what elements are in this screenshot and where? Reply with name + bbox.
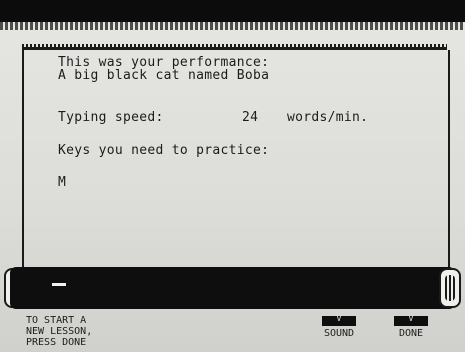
sound-button[interactable]: V SOUND	[322, 314, 356, 340]
typing-speed-value: 24	[242, 110, 259, 125]
top-bar-pattern	[0, 22, 465, 30]
practice-keys-label: Keys you need to practice:	[58, 143, 270, 158]
typing-input-strip[interactable]	[10, 267, 455, 309]
scroll-cap-right-icon	[439, 268, 461, 308]
practice-keys-value: M	[58, 175, 67, 190]
done-key-icon: V	[394, 314, 428, 326]
results-panel: This was your performance: A big black c…	[22, 50, 450, 268]
text-cursor	[52, 283, 66, 286]
top-bar	[0, 0, 465, 22]
sound-label: SOUND	[323, 328, 355, 339]
typing-speed-unit: words/min.	[287, 110, 369, 125]
device-screen: This was your performance: A big black c…	[0, 0, 465, 352]
new-lesson-hint: TO START A NEW LESSON, PRESS DONE	[26, 315, 93, 348]
done-label: DONE	[398, 328, 424, 339]
done-button[interactable]: V DONE	[394, 314, 428, 340]
lesson-text: A big black cat named Boba	[58, 68, 270, 83]
typing-speed-label: Typing speed:	[58, 110, 164, 125]
sound-key-icon: V	[322, 314, 356, 326]
